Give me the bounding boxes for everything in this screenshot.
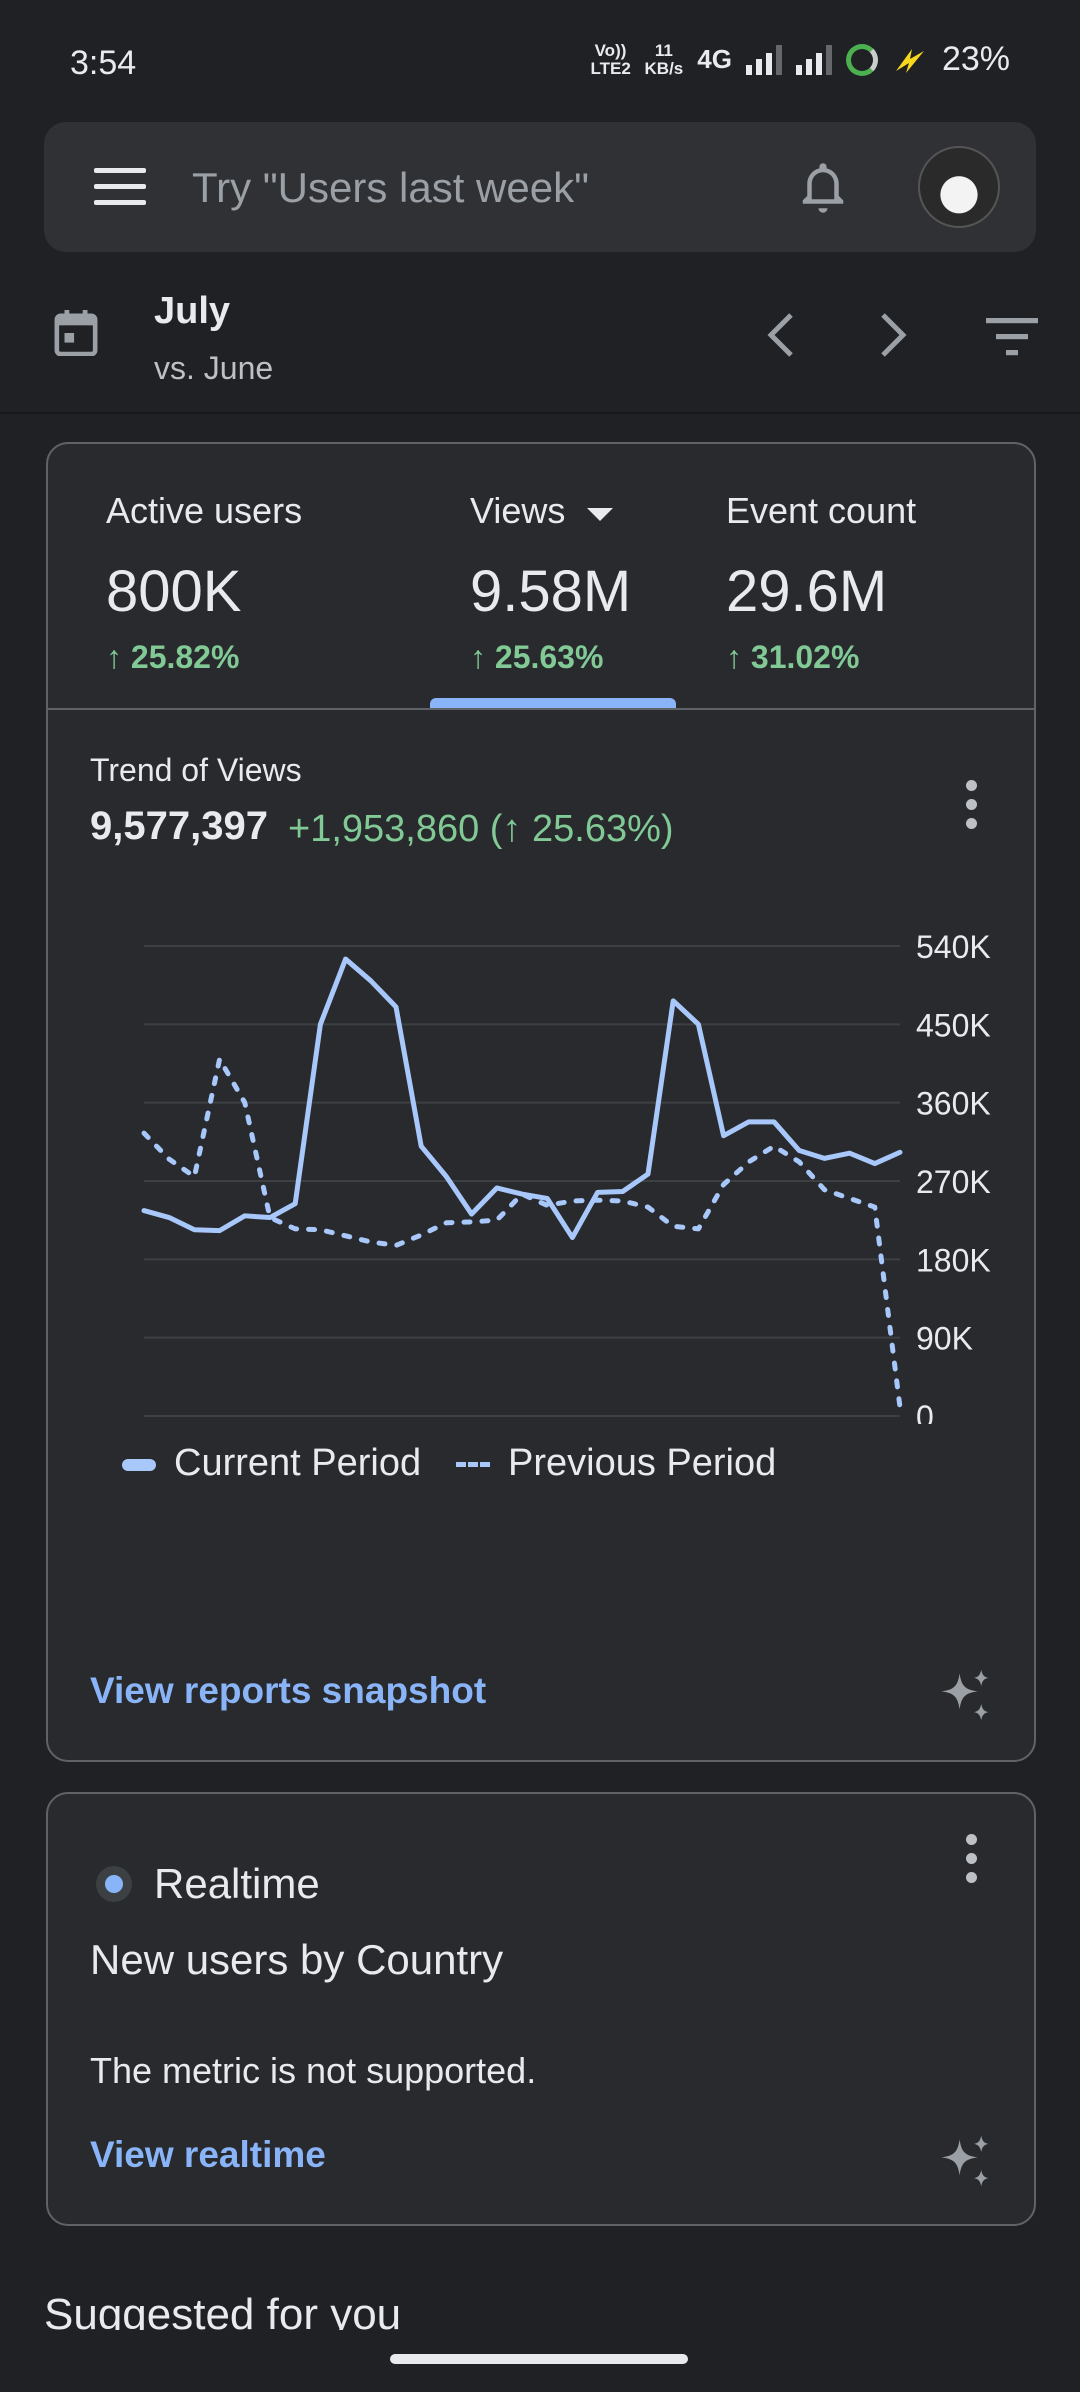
chevron-left-icon[interactable] — [764, 310, 798, 360]
volte-indicator: Vo)) LTE2 — [590, 40, 631, 78]
legend-previous: Previous Period — [456, 1442, 776, 1485]
charging-icon — [895, 48, 924, 73]
realtime-indicator-icon — [96, 1866, 132, 1902]
view-realtime-link[interactable]: View realtime — [90, 2134, 326, 2176]
chevron-right-icon[interactable] — [876, 310, 910, 360]
suggested-heading: Suggested for you — [44, 2290, 402, 2330]
status-time: 3:54 — [70, 44, 137, 82]
y-tick-label: 270K — [916, 1164, 991, 1200]
signal-2-icon — [795, 44, 832, 75]
gesture-nav-bar[interactable] — [390, 2354, 688, 2364]
filter-icon[interactable] — [986, 316, 1038, 356]
battery-ring-icon — [845, 43, 878, 76]
y-tick-label: 180K — [916, 1242, 991, 1278]
search-bar[interactable]: Try "Users last week" — [44, 122, 1036, 252]
legend-current-swatch — [122, 1458, 156, 1471]
battery-percent: 23% — [941, 40, 1010, 78]
y-tick-label: 0 — [916, 1399, 934, 1424]
legend-previous-label: Previous Period — [508, 1442, 777, 1484]
y-tick-label: 450K — [916, 1007, 991, 1043]
metric-change: ↑ 31.02% — [726, 639, 860, 675]
metric-tab-event-count[interactable]: Event count 29.6M ↑ 31.02% — [726, 490, 916, 676]
metric-value: 29.6M — [726, 559, 888, 624]
search-placeholder[interactable]: Try "Users last week" — [192, 164, 589, 212]
metric-value: 9.58M — [470, 559, 632, 624]
y-tick-label: 360K — [916, 1086, 991, 1122]
metric-tab-views[interactable]: Views 9.58M ↑ 25.63% — [470, 490, 631, 676]
bell-icon[interactable] — [796, 158, 850, 218]
date-range-comparison[interactable]: vs. June — [154, 350, 273, 387]
network-speed-value: 11 — [654, 40, 673, 60]
metric-label: Views — [470, 490, 631, 532]
network-type: 4G — [697, 44, 732, 74]
views-overview-card: Active users 800K ↑ 25.82% Views 9.58M ↑… — [46, 442, 1036, 1762]
account-avatar[interactable] — [918, 146, 1000, 228]
trend-delta: +1,953,860 (↑ 25.63%) — [288, 808, 674, 850]
realtime-title: Realtime — [154, 1860, 320, 1907]
series-line-current — [141, 956, 903, 1241]
y-tick-label: 540K — [916, 929, 991, 965]
series-line-previous — [141, 1056, 903, 1410]
realtime-card: Realtime New users by Country The metric… — [46, 1792, 1036, 2226]
trend-total: 9,577,397 — [90, 804, 268, 848]
y-tick-label: 90K — [916, 1321, 973, 1357]
metric-value: 800K — [106, 559, 242, 624]
views-trend-chart: 540K450K360K270K180K90K0Jul 11529 — [141, 929, 991, 1424]
network-speed-unit: KB/s — [644, 58, 684, 78]
view-reports-snapshot-link[interactable]: View reports snapshot — [90, 1670, 486, 1712]
signal-icon — [745, 44, 782, 75]
legend-current-label: Current Period — [174, 1442, 422, 1484]
status-bar: 3:54 Vo)) LTE2 11 KB/s 4G 23% — [0, 0, 1080, 120]
sparkle-icon[interactable] — [938, 1668, 992, 1722]
realtime-subtitle: New users by Country — [90, 1936, 504, 1983]
dropdown-arrow-icon[interactable] — [585, 503, 615, 523]
more-options-icon[interactable] — [966, 1834, 978, 1886]
status-icons: Vo)) LTE2 11 KB/s 4G 23% — [591, 40, 1010, 79]
hamburger-menu-icon[interactable] — [94, 168, 146, 206]
date-range-bar: July vs. June — [0, 272, 1080, 414]
calendar-icon[interactable] — [54, 310, 98, 356]
trend-title: Trend of Views — [90, 752, 302, 788]
realtime-message: The metric is not supported. — [90, 2050, 537, 2091]
divider — [48, 708, 1034, 710]
more-options-icon[interactable] — [966, 780, 978, 832]
legend-current: Current Period — [122, 1442, 421, 1485]
metric-change: ↑ 25.63% — [470, 639, 604, 675]
metric-label: Event count — [726, 490, 917, 531]
metric-change: ↑ 25.82% — [106, 639, 240, 675]
metric-label-text: Views — [470, 490, 566, 531]
sparkle-icon[interactable] — [938, 2134, 992, 2188]
metric-tab-active-users[interactable]: Active users 800K ↑ 25.82% — [106, 490, 302, 676]
date-range-month[interactable]: July — [154, 290, 230, 333]
network-speed: 11 KB/s — [644, 40, 684, 78]
legend-previous-swatch — [456, 1462, 490, 1468]
metric-label: Active users — [106, 490, 303, 531]
selected-tab-indicator — [430, 698, 676, 708]
